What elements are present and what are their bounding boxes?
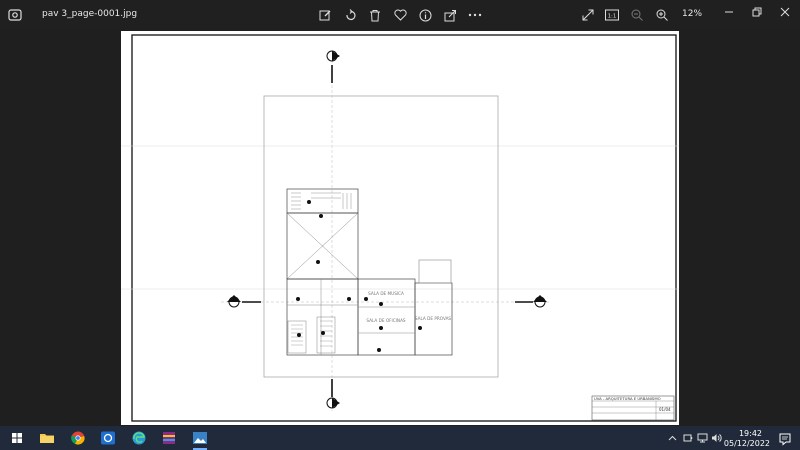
network-icon[interactable] bbox=[696, 432, 708, 444]
section-marker-left bbox=[227, 295, 261, 308]
title-block: UVA - ARQUITETURA E URBANISMO 01/04 bbox=[591, 395, 675, 421]
photos-app-icon bbox=[8, 9, 22, 21]
windows-start-icon[interactable] bbox=[8, 430, 26, 446]
favorite-icon[interactable] bbox=[392, 7, 408, 23]
battery-icon[interactable] bbox=[682, 432, 694, 444]
room-label-sala-oficinas: SALA DE OFICINAS bbox=[366, 318, 406, 323]
room-label-sala-provas: SALA DE PROVAS bbox=[415, 316, 452, 321]
expand-icon[interactable] bbox=[580, 7, 596, 23]
actual-size-label: 1:1 bbox=[608, 14, 617, 20]
photos-taskbar-icon[interactable] bbox=[191, 430, 209, 450]
room-label-sala-musica: SALA DE MUSICA bbox=[368, 291, 404, 296]
info-icon[interactable] bbox=[417, 7, 433, 23]
chevron-up-icon[interactable] bbox=[666, 432, 678, 444]
blue-app-icon[interactable] bbox=[99, 430, 117, 446]
rotate-icon[interactable] bbox=[342, 7, 358, 23]
plan-room-markers bbox=[296, 200, 422, 352]
more-icon[interactable] bbox=[467, 7, 483, 23]
clock-time[interactable]: 19:42 bbox=[739, 429, 762, 438]
section-marker-right bbox=[515, 295, 547, 308]
share-icon[interactable] bbox=[442, 7, 458, 23]
edge-icon[interactable] bbox=[130, 430, 148, 446]
zoom-level: 12% bbox=[682, 9, 703, 19]
clock-date[interactable]: 05/12/2022 bbox=[724, 439, 770, 448]
delete-icon[interactable] bbox=[367, 7, 383, 23]
building-plan bbox=[286, 188, 453, 356]
section-marker-top bbox=[326, 50, 340, 83]
restore-button[interactable] bbox=[749, 4, 765, 20]
chrome-icon[interactable] bbox=[69, 430, 87, 446]
winrar-icon[interactable] bbox=[160, 430, 178, 446]
volume-icon[interactable] bbox=[710, 432, 722, 444]
section-marker-bottom bbox=[326, 379, 340, 409]
title-bar: pav 3_page-0001.jpg 1:1 12% bbox=[0, 0, 800, 30]
title-block-sheet-number: 01/04 bbox=[659, 407, 671, 412]
file-name: pav 3_page-0001.jpg bbox=[42, 9, 138, 19]
minimize-button[interactable] bbox=[721, 4, 737, 20]
file-explorer-icon[interactable] bbox=[38, 430, 56, 446]
taskbar: 19:42 05/12/2022 bbox=[0, 426, 800, 450]
zoom-out-icon[interactable] bbox=[629, 7, 645, 23]
floor-plan-drawing: SALA DE MUSICA SALA DE OFICINAS SALA DE … bbox=[121, 34, 679, 422]
notification-icon[interactable] bbox=[778, 431, 792, 446]
edit-icon[interactable] bbox=[317, 7, 333, 23]
floor-plan-image: SALA DE MUSICA SALA DE OFICINAS SALA DE … bbox=[121, 31, 679, 425]
zoom-in-icon[interactable] bbox=[654, 7, 670, 23]
close-button[interactable] bbox=[777, 4, 793, 20]
actual-size-icon[interactable]: 1:1 bbox=[604, 7, 620, 23]
photos-app-window: pav 3_page-0001.jpg 1:1 12% SALA DE MUSI… bbox=[0, 0, 800, 426]
title-block-institution: UVA - ARQUITETURA E URBANISMO bbox=[594, 396, 661, 401]
